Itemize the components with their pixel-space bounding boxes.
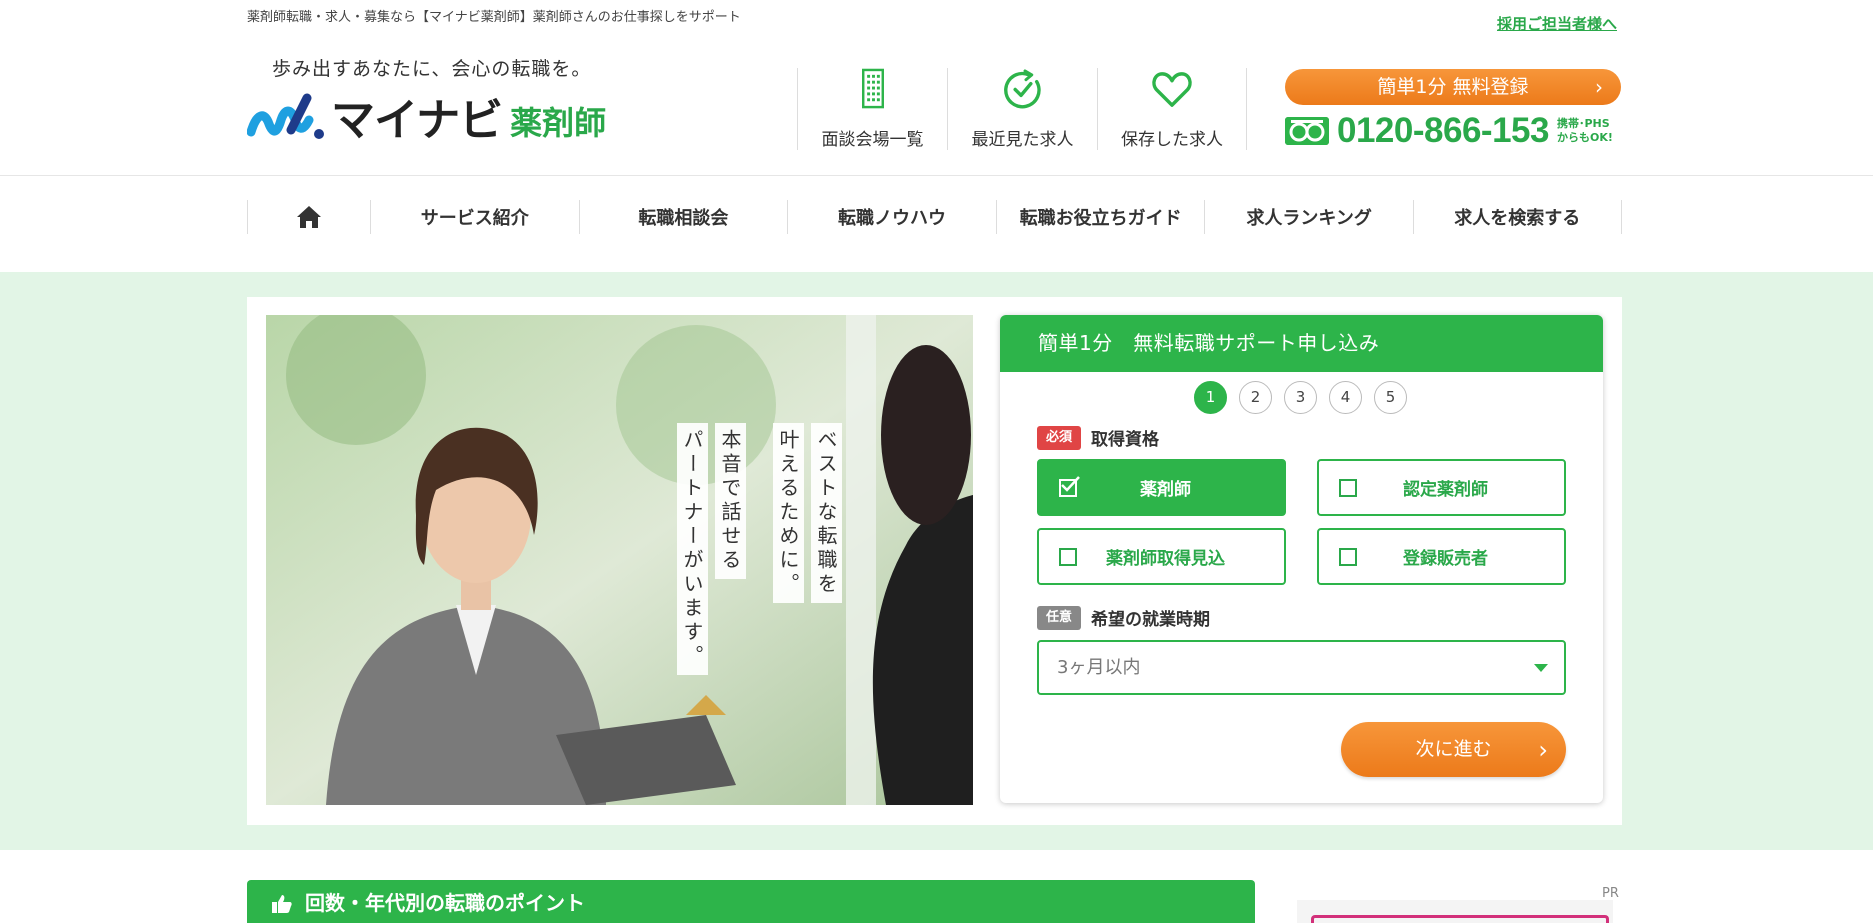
step-2: 2 xyxy=(1239,381,1272,414)
section-header-transfer-points: 回数・年代別の転職のポイント xyxy=(247,880,1255,923)
nav-consultation[interactable]: 転職相談会 xyxy=(578,200,788,234)
required-badge: 必須 xyxy=(1037,425,1081,450)
nav-divider xyxy=(0,175,1873,176)
step-indicator: 1 2 3 4 5 xyxy=(1194,381,1419,414)
logo-main-text: マイナビ xyxy=(331,95,503,146)
checkbox-icon xyxy=(1339,547,1357,566)
optional-badge: 任意 xyxy=(1037,605,1081,630)
catchphrase: 歩み出すあなたに、会心の転職を。 xyxy=(272,58,592,80)
site-tagline: 薬剤師転職・求人・募集なら【マイナビ薬剤師】薬剤師さんのお仕事探しをサポート xyxy=(247,10,741,25)
ad-banner[interactable] xyxy=(1311,915,1609,923)
phone-note-line2: からもOK! xyxy=(1556,131,1613,144)
form-title: 簡単1分 無料転職サポート申し込み xyxy=(1000,315,1603,372)
nav-knowhow[interactable]: 転職ノウハウ xyxy=(787,200,996,234)
nav-service[interactable]: サービス紹介 xyxy=(370,200,579,234)
building-icon xyxy=(861,68,884,109)
home-icon xyxy=(297,206,321,228)
phone-contact[interactable]: 0120-866-153 携帯･PHS からもOK! xyxy=(1285,111,1613,150)
next-button[interactable]: 次に進む › xyxy=(1341,722,1566,777)
register-button[interactable]: 簡単1分 無料登録 › xyxy=(1285,69,1621,105)
nav-guide[interactable]: 転職お役立ちガイド xyxy=(995,200,1205,234)
logo-sub-text: 薬剤師 xyxy=(510,104,607,142)
recently-viewed-label: 最近見た求人 xyxy=(971,130,1074,150)
clock-check-icon xyxy=(1003,69,1041,109)
saved-jobs-label: 保存した求人 xyxy=(1121,130,1223,150)
option-expected-license[interactable]: 薬剤師取得見込 xyxy=(1037,528,1286,585)
heart-icon xyxy=(1152,72,1192,107)
option-registered-seller-label: 登録販売者 xyxy=(1403,549,1488,569)
dropdown-caret-icon xyxy=(1534,664,1548,672)
timing-field-label: 任意 希望の就業時期 xyxy=(1037,605,1210,630)
option-certified-pharmacist-label: 認定薬剤師 xyxy=(1403,480,1488,500)
checkbox-icon xyxy=(1059,547,1077,566)
hero-illustration xyxy=(266,315,973,805)
recruiter-link[interactable]: 採用ご担当者様へ xyxy=(1497,13,1617,34)
checkbox-checked-icon xyxy=(1059,475,1080,497)
nav-search[interactable]: 求人を検索する xyxy=(1412,200,1622,234)
hero-copy-line2: 叶えるために。 xyxy=(773,423,804,603)
signup-form-card: 簡単1分 無料転職サポート申し込み 1 2 3 4 5 必須 取得資格 薬剤師 … xyxy=(1000,315,1603,803)
chevron-right-icon: › xyxy=(1595,75,1603,99)
step-4: 4 xyxy=(1329,381,1362,414)
nav-ranking[interactable]: 求人ランキング xyxy=(1204,200,1413,234)
venue-list-label: 面談会場一覧 xyxy=(821,130,924,150)
qualification-field-label: 必須 取得資格 xyxy=(1037,425,1159,450)
hero-copy-line1: ベストな転職を xyxy=(811,423,842,603)
option-pharmacist-label: 薬剤師 xyxy=(1140,480,1191,500)
thumbs-up-icon xyxy=(272,895,292,913)
saved-jobs-link[interactable]: 保存した求人 xyxy=(1097,68,1247,150)
timing-select-value: 3ヶ月以内 xyxy=(1057,657,1141,678)
header-shortcuts: 面談会場一覧 最近見た求人 保存した求人 xyxy=(797,68,1247,150)
recently-viewed-link[interactable]: 最近見た求人 xyxy=(947,68,1097,150)
logo-mark-icon xyxy=(247,93,324,139)
timing-label: 希望の就業時期 xyxy=(1091,610,1210,630)
next-button-label: 次に進む xyxy=(1415,738,1492,760)
nav-home[interactable] xyxy=(247,200,370,234)
section-title: 回数・年代別の転職のポイント xyxy=(305,891,585,915)
hero-copy-line3: 本音で話せる xyxy=(715,423,746,579)
hero-image: ベストな転職を 叶えるために。 本音で話せる パートナーがいます。 xyxy=(266,315,973,805)
freedial-icon xyxy=(1285,117,1329,145)
timing-select[interactable]: 3ヶ月以内 xyxy=(1037,640,1566,695)
chevron-right-icon: › xyxy=(1538,736,1548,764)
global-nav: サービス紹介 転職相談会 転職ノウハウ 転職お役立ちガイド 求人ランキング 求人… xyxy=(247,200,1622,234)
option-expected-license-label: 薬剤師取得見込 xyxy=(1106,549,1225,569)
phone-number: 0120-866-153 xyxy=(1337,111,1549,150)
option-certified-pharmacist[interactable]: 認定薬剤師 xyxy=(1317,459,1566,516)
qualification-label: 取得資格 xyxy=(1091,430,1159,450)
option-pharmacist[interactable]: 薬剤師 xyxy=(1037,459,1286,516)
venue-list-link[interactable]: 面談会場一覧 xyxy=(797,68,947,150)
step-1: 1 xyxy=(1194,381,1227,414)
site-logo[interactable]: マイナビ 薬剤師 xyxy=(247,90,607,146)
register-button-label: 簡単1分 無料登録 xyxy=(1377,76,1529,98)
option-registered-seller[interactable]: 登録販売者 xyxy=(1317,528,1566,585)
step-3: 3 xyxy=(1284,381,1317,414)
phone-note: 携帯･PHS からもOK! xyxy=(1557,117,1613,145)
checkbox-icon xyxy=(1339,478,1357,497)
phone-note-line1: 携帯･PHS xyxy=(1556,117,1610,130)
step-5: 5 xyxy=(1374,381,1407,414)
pr-label: PR xyxy=(1602,886,1619,901)
hero-copy-line4: パートナーがいます。 xyxy=(677,423,708,675)
